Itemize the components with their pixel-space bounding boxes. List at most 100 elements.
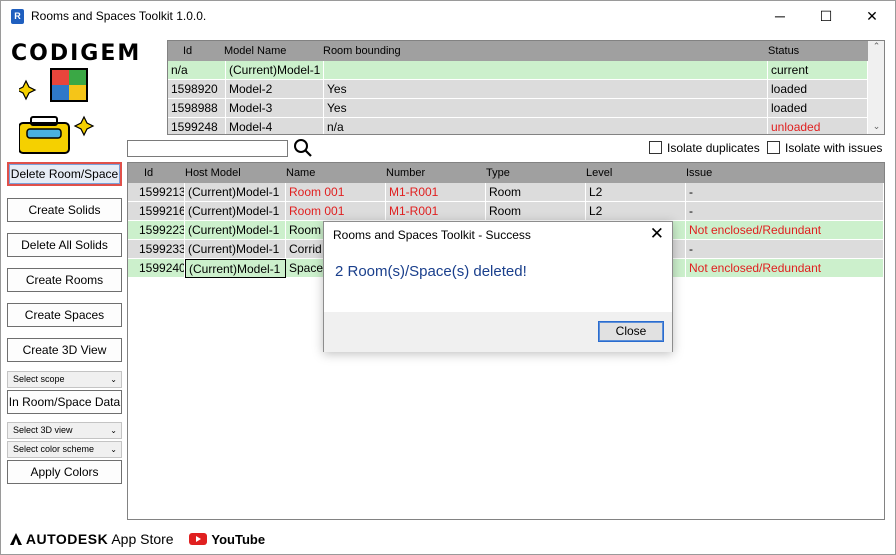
chevron-down-icon: ⌄ <box>110 375 117 384</box>
models-table[interactable]: Id Model Name Room bounding Status n/a (C… <box>167 40 885 135</box>
3d-view-select-value: Select 3D view <box>13 425 73 435</box>
color-scheme-select[interactable]: Select color scheme ⌄ <box>7 441 122 458</box>
cell-id: 1598920 <box>168 80 226 99</box>
checkbox-box[interactable] <box>767 141 780 154</box>
scope-select[interactable]: Select scope ⌄ <box>7 371 122 388</box>
autodesk-label: AUTODESK <box>25 531 109 547</box>
cell-bounding: Yes <box>324 80 768 99</box>
cell-id: 1599213 <box>136 183 185 202</box>
close-icon[interactable]: ✕ <box>650 224 664 244</box>
cell-type: Room <box>486 183 586 202</box>
cell-issue: - <box>686 202 884 221</box>
chevron-down-icon: ⌄ <box>110 445 117 454</box>
close-button[interactable]: ✕ <box>849 1 895 31</box>
3d-view-select[interactable]: Select 3D view ⌄ <box>7 422 122 439</box>
cell-id: 1599233 <box>136 240 185 259</box>
col-level[interactable]: Level <box>586 163 612 183</box>
codigem-logo: CODIGEM <box>11 41 142 66</box>
col-status[interactable]: Status <box>768 41 799 61</box>
cell-id: 1598988 <box>168 99 226 118</box>
cell-issue: - <box>686 240 884 259</box>
delete-room-space-button[interactable]: Delete Room/Space <box>7 162 122 186</box>
create-spaces-button[interactable]: Create Spaces <box>7 303 122 327</box>
cell-host: (Current)Model-1 <box>185 202 286 221</box>
rooms-table-header: Id Host Model Name Number Type Level Iss… <box>128 163 884 183</box>
col-id[interactable]: Id <box>183 41 192 61</box>
isolate-issues-checkbox[interactable]: Isolate with issues <box>767 141 882 155</box>
cell-status: unloaded <box>768 118 868 134</box>
col-id[interactable]: Id <box>144 163 153 183</box>
create-3d-view-button[interactable]: Create 3D View <box>7 338 122 362</box>
app-icon: R <box>11 9 24 24</box>
create-solids-button[interactable]: Create Solids <box>7 198 122 222</box>
app-window: R Rooms and Spaces Toolkit 1.0.0. ─ ☐ ✕ … <box>0 0 896 555</box>
cell-id: n/a <box>168 61 226 80</box>
maximize-button[interactable]: ☐ <box>803 1 849 31</box>
search-input[interactable] <box>127 140 288 157</box>
cell-name: Model-4 <box>226 118 324 134</box>
cell-name: Room 001 <box>286 202 386 221</box>
cell-id: 1599223 <box>136 221 185 240</box>
footer-logos: AUTODESK App Store YouTube <box>10 531 265 547</box>
window-title: Rooms and Spaces Toolkit 1.0.0. <box>31 9 207 23</box>
scroll-up-icon[interactable]: ⌃ <box>868 41 884 52</box>
checkbox-box[interactable] <box>649 141 662 154</box>
cell-number: M1-R001 <box>386 202 486 221</box>
isolate-duplicates-label: Isolate duplicates <box>667 141 760 155</box>
scroll-down-icon[interactable]: ⌄ <box>868 121 884 132</box>
youtube-label[interactable]: YouTube <box>211 532 265 547</box>
autodesk-logo-icon <box>10 533 22 545</box>
dialog-footer: Close <box>324 312 672 352</box>
isolate-duplicates-checkbox[interactable]: Isolate duplicates <box>649 141 760 155</box>
isolate-issues-label: Isolate with issues <box>785 141 883 155</box>
cell-type: Room <box>486 202 586 221</box>
success-dialog: Rooms and Spaces Toolkit - Success ✕ 2 R… <box>323 221 673 352</box>
table-row[interactable]: n/a (Current)Model-1 current <box>168 61 868 80</box>
col-name[interactable]: Name <box>286 163 315 183</box>
cell-name: Model-2 <box>226 80 324 99</box>
table-row[interactable]: 1599213 (Current)Model-1 Room 001 M1-R001 Ro… <box>128 183 884 202</box>
toolbox-logo-icon <box>19 68 95 154</box>
cell-id: 1599248 <box>168 118 226 134</box>
cell-host: (Current)Model-1 <box>185 221 286 240</box>
delete-room-space-label: Delete Room/Space <box>9 164 120 184</box>
cell-id: 1599240 <box>136 259 185 278</box>
col-number[interactable]: Number <box>386 163 425 183</box>
cell-name: Model-3 <box>226 99 324 118</box>
cell-issue: - <box>686 183 884 202</box>
cell-bounding <box>324 61 768 80</box>
cell-host: (Current)Model-1 <box>185 183 286 202</box>
models-table-header: Id Model Name Room bounding Status <box>168 41 868 61</box>
col-host-model[interactable]: Host Model <box>185 163 241 183</box>
scope-select-value: Select scope <box>13 374 65 384</box>
col-issue[interactable]: Issue <box>686 163 712 183</box>
app-store-label[interactable]: App Store <box>111 531 173 547</box>
minimize-button[interactable]: ─ <box>757 1 803 31</box>
room-space-data-button[interactable]: In Room/Space Data <box>7 390 122 414</box>
cell-host: (Current)Model-1 <box>185 259 286 278</box>
table-row[interactable]: 1598988 Model-3 Yes loaded <box>168 99 868 118</box>
cell-number: M1-R001 <box>386 183 486 202</box>
cell-level: L2 <box>586 202 686 221</box>
title-bar: R Rooms and Spaces Toolkit 1.0.0. ─ ☐ ✕ <box>1 1 895 31</box>
table-row[interactable]: 1599216 (Current)Model-1 Room 001 M1-R001 Ro… <box>128 202 884 221</box>
search-icon[interactable] <box>293 138 313 158</box>
cell-name: (Current)Model-1 <box>226 61 324 80</box>
apply-colors-button[interactable]: Apply Colors <box>7 460 122 484</box>
youtube-logo-icon <box>189 533 208 545</box>
models-scrollbar[interactable]: ⌃ ⌄ <box>868 41 884 134</box>
cell-issue: Not enclosed/Redundant <box>686 221 884 240</box>
dialog-close-button[interactable]: Close <box>598 321 664 342</box>
cell-status: loaded <box>768 99 868 118</box>
delete-all-solids-button[interactable]: Delete All Solids <box>7 233 122 257</box>
table-row[interactable]: 1599248 Model-4 n/a unloaded <box>168 118 868 134</box>
col-room-bounding[interactable]: Room bounding <box>323 41 401 61</box>
cell-level: L2 <box>586 183 686 202</box>
cell-issue: Not enclosed/Redundant <box>686 259 884 278</box>
col-type[interactable]: Type <box>486 163 510 183</box>
create-rooms-button[interactable]: Create Rooms <box>7 268 122 292</box>
table-row[interactable]: 1598920 Model-2 Yes loaded <box>168 80 868 99</box>
col-model-name[interactable]: Model Name <box>224 41 286 61</box>
dialog-title: Rooms and Spaces Toolkit - Success <box>333 228 531 242</box>
cell-host: (Current)Model-1 <box>185 240 286 259</box>
